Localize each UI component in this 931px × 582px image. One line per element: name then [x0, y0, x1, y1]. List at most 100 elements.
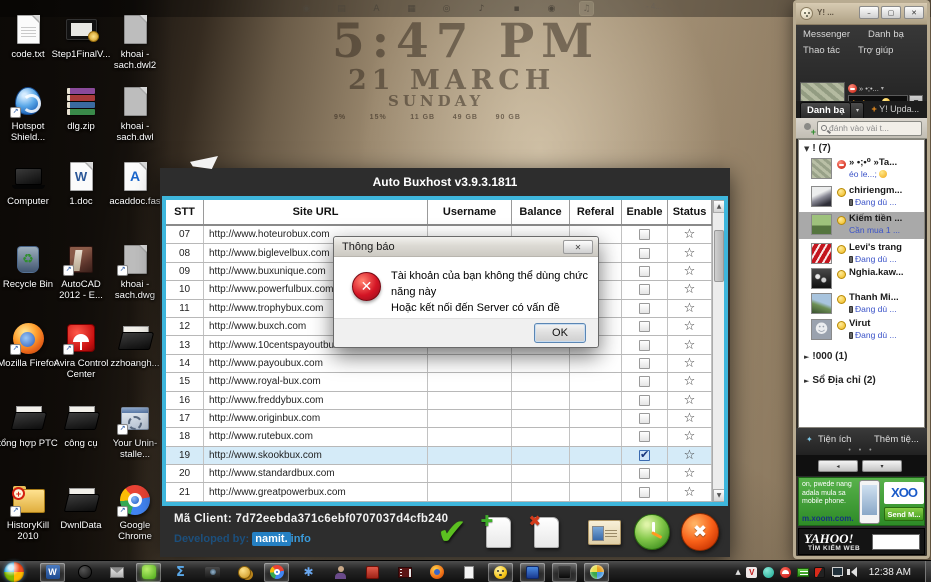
enable-checkbox[interactable] [639, 376, 650, 388]
taskbar-item-flower-app[interactable]: ✱ [296, 563, 321, 582]
box-icon[interactable]: ▪ [510, 2, 523, 15]
taskbar-item-black-app[interactable] [552, 562, 577, 582]
enable-checkbox[interactable] [639, 229, 650, 241]
column-header-balance[interactable]: Balance [512, 200, 570, 224]
tray-card-icon[interactable] [796, 566, 809, 578]
add-contact-icon[interactable] [800, 122, 816, 137]
column-header-stt[interactable]: STT [166, 200, 204, 224]
maximize-button[interactable]: ▢ [881, 6, 901, 19]
column-header-enable[interactable]: Enable [622, 200, 668, 224]
enable-checkbox[interactable] [639, 321, 650, 333]
contact-5[interactable]: Nghia.kaw... [799, 266, 924, 293]
tray-v-icon[interactable]: V [746, 566, 758, 578]
scrollbar-thumb[interactable] [714, 230, 724, 282]
group-main[interactable]: ▼! (7) [804, 143, 831, 154]
desktop-icon-recycle-bin[interactable]: ♻ Recycle Bin [1, 242, 55, 290]
desktop-icon-acaddoc-fas[interactable]: acaddoc.fas [108, 159, 162, 207]
minimize-button[interactable]: – [859, 6, 879, 19]
tray-messenger-icon[interactable] [763, 566, 775, 578]
tab-contacts[interactable]: Danh bạ [800, 102, 852, 118]
status-star-icon[interactable]: ☆ [684, 339, 696, 352]
menu-messenger[interactable]: Messenger [803, 29, 850, 40]
enable-checkbox[interactable] [639, 357, 650, 369]
desktop-icon-historykill-2010[interactable]: +HistoryKill 2010 [1, 483, 55, 542]
status-star-icon[interactable]: ☆ [684, 320, 696, 333]
taskbar-item-camera-app[interactable] [200, 563, 225, 582]
enable-checkbox[interactable] [639, 302, 650, 314]
tab-updates[interactable]: + Y! Upda... [867, 102, 923, 118]
desktop-icon-autocad-2012[interactable]: AutoCAD 2012 - E... [54, 242, 108, 301]
dot-icon[interactable]: ◉ [545, 2, 558, 15]
taskbar-item-blue-app[interactable] [520, 562, 545, 582]
library-icon[interactable]: ▤ [335, 2, 348, 15]
column-header-username[interactable]: Username [428, 200, 512, 224]
enable-checkbox[interactable] [639, 431, 650, 443]
contact-7[interactable]: ☻ Virut Đang dù ... [799, 317, 924, 344]
table-row[interactable]: 14 http://www.payoubux.com ☆ [166, 354, 724, 374]
taskbar-item-person-app[interactable] [328, 563, 353, 582]
window-title[interactable]: Auto Buxhost v3.9.3.1811 [160, 168, 730, 196]
scroll-right-button[interactable]: ▾ [862, 460, 902, 472]
music-icon[interactable]: ♪ [475, 2, 488, 15]
desktop-icon-google-chrome[interactable]: Google Chrome [108, 483, 162, 542]
contact-search-input[interactable]: đánh vào vài t... [817, 120, 922, 136]
desktop-icon-computer[interactable]: Computer [1, 159, 55, 207]
group-000[interactable]: ► !000 (1) [804, 351, 847, 362]
status-star-icon[interactable]: ☆ [684, 302, 696, 315]
target-icon[interactable]: ◎ [440, 2, 453, 15]
taskbar-item-yahoo-messenger[interactable] [488, 562, 513, 582]
scroll-up-button[interactable]: ▲ [713, 200, 724, 213]
enable-checkbox[interactable] [639, 413, 650, 425]
utilities-button[interactable]: Tiện ích [818, 434, 851, 445]
status-star-icon[interactable]: ☆ [684, 467, 696, 480]
remove-site-button[interactable]: ✖ [526, 512, 566, 552]
taskbar-item-dark-app[interactable] [72, 563, 97, 582]
timer-button[interactable] [632, 512, 672, 552]
enable-checkbox[interactable] [639, 265, 650, 277]
yahoo-search-input[interactable] [872, 534, 920, 550]
desktop-icon-dlg-zip[interactable]: dlg.zip [54, 84, 108, 132]
taskbar-item-sigma-app[interactable]: Σ [168, 563, 193, 582]
status-star-icon[interactable]: ☆ [684, 486, 696, 499]
table-row[interactable]: 21 http://www.greatpowerbux.com ☆ [166, 483, 724, 502]
power-icon[interactable]: ◉ [300, 2, 313, 15]
status-star-icon[interactable]: ☆ [684, 247, 696, 260]
table-row[interactable]: 19http://www.skookbux.com ☆ [166, 446, 724, 466]
media-icon[interactable]: ♫ [580, 2, 593, 15]
taskbar-item-movie-app[interactable] [392, 563, 417, 582]
column-header-referal[interactable]: Referal [570, 200, 622, 224]
enable-checkbox[interactable] [639, 486, 650, 498]
accounts-button[interactable] [584, 512, 624, 552]
taskbar-item-buxhost[interactable] [136, 562, 161, 582]
status-star-icon[interactable]: ☆ [684, 449, 696, 462]
start-button[interactable]: ✔ [432, 512, 472, 553]
brand-suffix[interactable]: info [291, 533, 311, 545]
show-desktop-button[interactable] [925, 561, 931, 582]
ad-banner[interactable]: on, pwede nang adala mula sa mobile phon… [798, 477, 925, 526]
taskbar-item-mail[interactable] [104, 563, 129, 582]
taskbar-item-red-app[interactable] [360, 563, 385, 582]
column-header-status[interactable]: Status [668, 200, 712, 224]
contact-3[interactable]: Kiếm tiền ... Cần mua 1 ... [799, 212, 924, 239]
desktop-icon-1-doc[interactable]: 1.doc [54, 159, 108, 207]
contact-2[interactable]: chiriengm... Đang dù ... [799, 184, 924, 211]
status-star-icon[interactable]: ☆ [684, 357, 696, 370]
desktop-icon-code-txt[interactable]: code.txt [1, 12, 55, 60]
desktop-icon-khoai-sach-dwl[interactable]: khoai - sach.dwl [108, 84, 162, 143]
menu-help[interactable]: Trợ giúp [858, 45, 893, 56]
table-row[interactable]: 18 http://www.rutebux.com ☆ [166, 428, 724, 447]
desktop-icon-avira-control-center[interactable]: Avira Control Center [54, 321, 108, 380]
column-header-site-url[interactable]: Site URL [204, 200, 428, 224]
tray-avira-icon[interactable] [780, 566, 792, 578]
taskbar-item-firefox[interactable] [424, 563, 449, 582]
status-star-icon[interactable]: ☆ [684, 430, 696, 443]
brand-link[interactable]: namit. [252, 532, 291, 546]
status-star-icon[interactable]: ☆ [684, 228, 696, 241]
taskbar-clock[interactable]: 12:38 AM [869, 567, 911, 578]
taskbar-item-coins-app[interactable] [232, 563, 257, 582]
status-star-icon[interactable]: ☆ [684, 394, 696, 407]
table-scrollbar[interactable]: ▲ ▼ [712, 200, 724, 502]
taskbar-item-word[interactable]: W [40, 562, 65, 582]
desktop-icon-khoai-sach-dwl2[interactable]: khoai - sach.dwl2 [108, 12, 162, 71]
menu-contacts[interactable]: Danh bạ [868, 29, 904, 40]
